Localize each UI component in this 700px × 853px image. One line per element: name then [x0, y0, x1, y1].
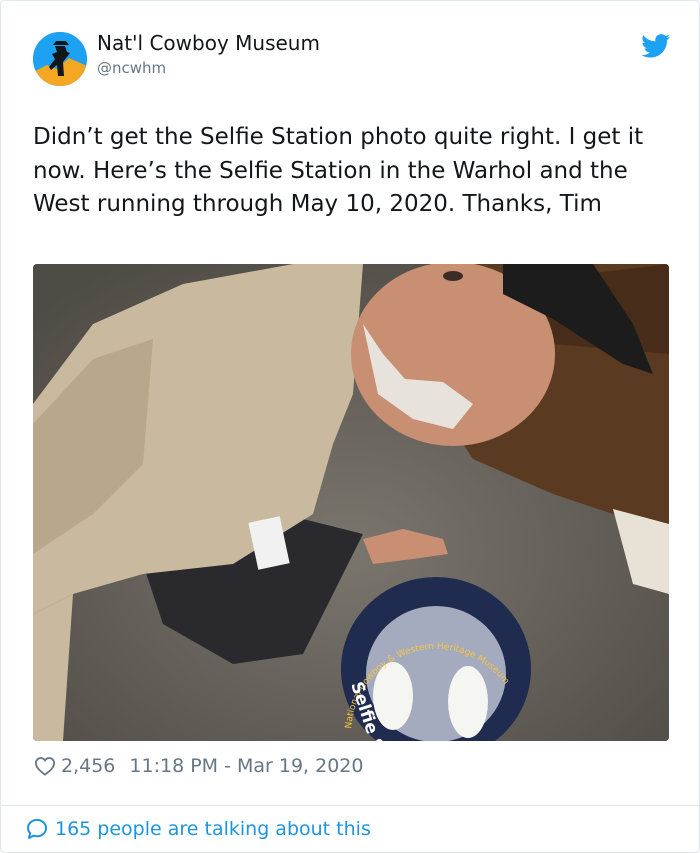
tweet-text: Didn’t get the Selfie Station photo quit…	[33, 124, 644, 217]
speech-bubble-icon	[27, 819, 47, 839]
museum-logo-icon	[33, 32, 87, 86]
author-name[interactable]: Nat'l Cowboy Museum	[97, 31, 320, 55]
tweet-card: Nat'l Cowboy Museum @ncwhm Didn’t get th…	[0, 0, 700, 853]
heart-icon[interactable]	[34, 756, 56, 776]
author-handle[interactable]: @ncwhm	[97, 59, 166, 77]
author-avatar[interactable]	[33, 32, 87, 86]
twitter-bird-icon[interactable]	[641, 34, 671, 58]
like-count[interactable]: 2,456	[61, 755, 115, 777]
tweet-meta: 2,456 11:18 PM - Mar 19, 2020	[34, 753, 363, 779]
footer-divider	[1, 805, 699, 806]
talking-link[interactable]: 165 people are talking about this	[25, 816, 371, 842]
talking-count-text[interactable]: 165 people are talking about this	[55, 818, 371, 840]
selfie-photo-illustration: National Cowboy & Western Heritage Museu…	[33, 264, 669, 741]
tweet-photo[interactable]: National Cowboy & Western Heritage Museu…	[33, 264, 669, 741]
tweet-timestamp[interactable]: 11:18 PM - Mar 19, 2020	[129, 755, 363, 777]
